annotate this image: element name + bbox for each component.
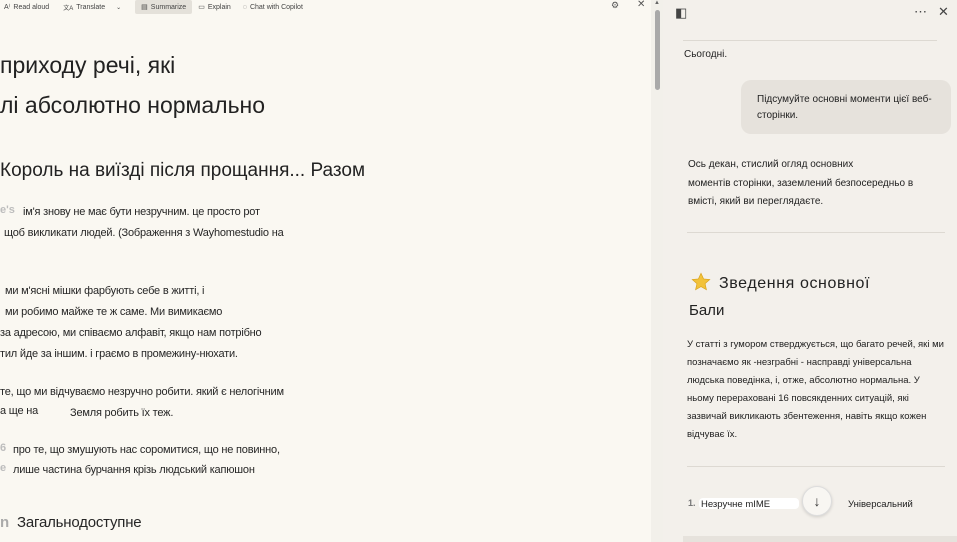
translate-icon: 文A xyxy=(63,5,74,12)
summary-section-title: Зведення основної xyxy=(719,275,871,292)
translate-button[interactable]: 文A Translate ⌄ xyxy=(57,0,127,14)
explain-icon: ▭ xyxy=(198,4,205,11)
more-options-icon[interactable]: ⋯ xyxy=(914,4,927,20)
divider xyxy=(687,232,945,233)
date-label: Сьогодні. xyxy=(684,49,728,60)
article-subheading: Король на виїзді після прощання... Разом xyxy=(0,160,366,181)
explain-button[interactable]: ▭ Explain xyxy=(192,0,237,14)
explain-label: Explain xyxy=(207,3,231,11)
paragraph-marker: e's xyxy=(0,204,15,216)
read-aloud-label: Read aloud xyxy=(13,3,50,11)
reader-toolbar: A⁾ Read aloud 文A Translate ⌄ ▤ Summarize… xyxy=(0,0,651,14)
chat-label: Chat with Copilot xyxy=(249,3,303,11)
read-aloud-icon: A⁾ xyxy=(4,4,11,11)
paragraph-text: ми м'ясні мішки фарбують себе в житті, і xyxy=(5,285,205,297)
star-icon xyxy=(691,272,711,291)
paragraph-text: а ще на xyxy=(0,405,39,417)
summarize-label: Summarize xyxy=(150,3,187,11)
gear-icon[interactable]: ⚙ xyxy=(611,0,619,11)
user-message-text: Підсумуйте основні моменти цієї веб-стор… xyxy=(757,94,932,121)
translate-label: Translate xyxy=(76,3,106,11)
close-icon[interactable]: ✕ xyxy=(637,0,645,10)
paragraph-marker: e xyxy=(0,462,7,474)
read-aloud-button[interactable]: A⁾ Read aloud xyxy=(0,0,55,14)
sidebar-toggle-icon[interactable]: ◧ xyxy=(675,5,687,21)
copilot-pane: ◧ ⋯ ✕ Сьогодні. Підсумуйте основні момен… xyxy=(663,0,957,542)
scroll-up-icon[interactable]: ▲ xyxy=(654,0,660,6)
article-heading-line2: лі абсолютно нормально xyxy=(0,92,266,118)
summarize-button[interactable]: ▤ Summarize xyxy=(135,0,193,14)
chat-with-copilot-button[interactable]: ◌ Chat with Copilot xyxy=(237,0,309,14)
paragraph-marker: 6 xyxy=(0,442,7,454)
close-icon[interactable]: ✕ xyxy=(938,4,949,20)
section-heading: Загальнодоступне xyxy=(17,514,142,531)
scroll-down-button[interactable]: ↓ xyxy=(802,486,832,516)
reader-pane: A⁾ Read aloud 文A Translate ⌄ ▤ Summarize… xyxy=(0,0,651,542)
article-heading-line1: приходу речі, які xyxy=(0,52,176,78)
list-item-left: Незручне mIME xyxy=(701,499,771,510)
list-number: 1. xyxy=(688,498,696,508)
summarize-icon: ▤ xyxy=(141,4,148,11)
paragraph-text: ім'я знову не має бути незручним. це про… xyxy=(23,206,260,218)
arrow-down-icon: ↓ xyxy=(813,493,821,509)
divider xyxy=(687,466,945,467)
paragraph-text: лише частина бурчання крізь людський кап… xyxy=(13,464,255,476)
paragraph-text: тил йде за іншим. і граємо в промежину-н… xyxy=(0,348,238,360)
section-marker: n xyxy=(0,514,10,531)
chevron-down-icon: ⌄ xyxy=(116,4,122,11)
paragraph-text: те, що ми відчуваємо незручно робити. як… xyxy=(0,386,284,398)
paragraph-text: Земля робить їх теж. xyxy=(70,407,174,419)
summary-text: У статті з гумором стверджується, що баг… xyxy=(687,339,944,440)
response-intro-line: вмісті, який ви переглядаєте. xyxy=(688,196,824,207)
summary-section-title-line2: Бали xyxy=(689,302,725,319)
chat-icon: ◌ xyxy=(242,3,247,11)
paragraph-text: за адресою, ми співаємо алфавіт, якщо на… xyxy=(0,327,262,339)
scrollbar-thumb[interactable] xyxy=(655,10,660,90)
paragraph-text: ми робимо майже те ж саме. Ми вимикаємо xyxy=(5,306,223,318)
response-intro-line: моментів сторінки, заземлений безпосеред… xyxy=(688,178,914,189)
divider xyxy=(683,40,937,41)
paragraph-text: щоб викликати людей. (Зображення з Wayho… xyxy=(4,227,284,239)
list-item-right: Універсальний xyxy=(848,499,913,510)
paragraph-text: про те, що змушують нас соромитися, що н… xyxy=(13,444,280,456)
composer-edge xyxy=(683,536,957,542)
response-intro-line: Ось декан, стислий огляд основних xyxy=(688,159,854,170)
